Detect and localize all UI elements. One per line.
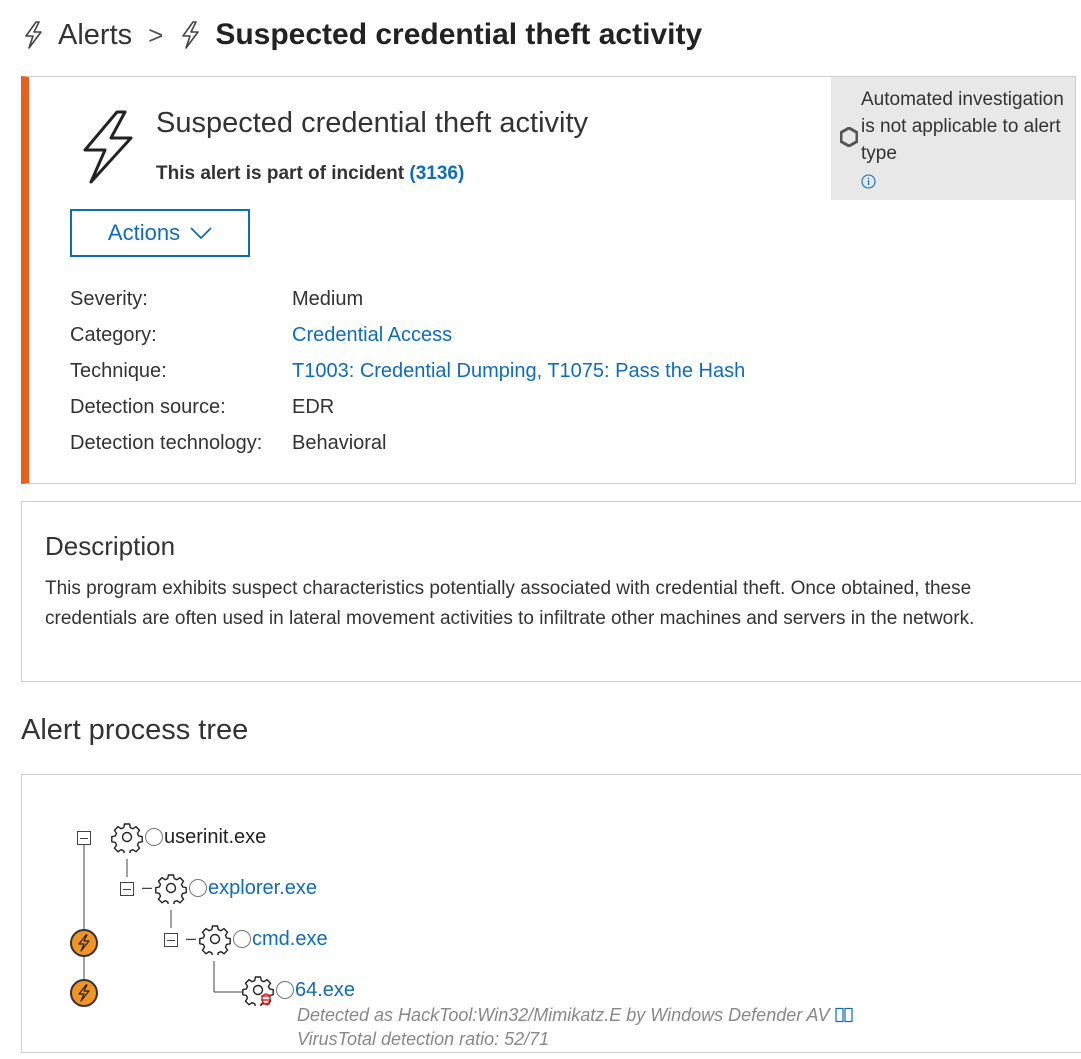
process-link-64[interactable]: 64.exe (295, 979, 355, 1002)
incident-info: This alert is part of incident (3136) (156, 163, 464, 185)
info-icon[interactable] (861, 174, 876, 189)
severity-value: Medium (292, 287, 364, 310)
property-label: Technique: (70, 359, 167, 382)
alert-properties: Severity: Medium Category: Credential Ac… (70, 281, 745, 461)
process-node-cmd: cmd.exe (199, 924, 328, 955)
detection-technology-value: Behavioral (292, 431, 387, 454)
property-row-detection-source: Detection source: EDR (70, 389, 745, 425)
automated-investigation-panel: Automated investigation is not applicabl… (831, 77, 1075, 200)
process-status-icon (276, 981, 294, 999)
bolt-icon (78, 934, 90, 952)
process-node-explorer: explorer.exe (155, 873, 317, 904)
collapse-toggle[interactable] (120, 882, 134, 896)
gear-icon (111, 823, 143, 853)
alert-summary-card: Suspected credential theft activity This… (21, 76, 1076, 484)
bolt-icon (182, 21, 200, 49)
property-label: Detection source: (70, 395, 226, 418)
property-row-category: Category: Credential Access (70, 317, 745, 353)
tree-branch-dash: – (186, 928, 197, 948)
actions-label: Actions (107, 220, 181, 245)
description-panel: Description This program exhibits suspec… (21, 501, 1081, 682)
description-text: This program exhibits suspect characteri… (45, 578, 975, 629)
process-tree-heading: Alert process tree (21, 714, 249, 746)
category-link[interactable]: Credential Access (292, 324, 452, 347)
technique-link[interactable]: T1003: Credential Dumping, T1075: Pass t… (292, 360, 745, 383)
description-heading: Description (45, 531, 176, 561)
alert-bolt-icon (83, 110, 133, 184)
incident-text: This alert is part of incident (156, 163, 405, 184)
detection-info: Detected as HackTool:Win32/Mimikatz.E by… (297, 1005, 853, 1026)
process-link-explorer[interactable]: explorer.exe (208, 877, 317, 900)
gear-icon (155, 874, 187, 904)
detection-source-value: EDR (292, 395, 335, 418)
bolt-icon (78, 984, 90, 1002)
collapse-toggle[interactable] (77, 831, 91, 845)
collapse-toggle[interactable] (164, 933, 178, 947)
process-status-icon (189, 879, 207, 897)
page-title: Suspected credential theft activity (215, 18, 703, 51)
property-row-severity: Severity: Medium (70, 281, 745, 317)
breadcrumb: Alerts > Suspected credential theft acti… (22, 12, 702, 58)
investigation-hex-icon (840, 127, 858, 147)
book-icon[interactable] (834, 1007, 853, 1023)
incident-link[interactable]: (3136) (409, 163, 464, 184)
detection-text: Detected as HackTool:Win32/Mimikatz.E by… (297, 1005, 830, 1025)
alert-title: Suspected credential theft activity (156, 107, 589, 139)
actions-button[interactable]: Actions (70, 209, 250, 257)
alert-bubble[interactable] (70, 929, 98, 957)
automated-investigation-text: Automated investigation is not applicabl… (861, 89, 1064, 164)
chevron-down-icon (190, 227, 212, 239)
virustotal-ratio: VirusTotal detection ratio: 52/71 (297, 1029, 550, 1049)
property-label: Category: (70, 323, 157, 346)
property-row-detection-technology: Detection technology: Behavioral (70, 425, 745, 461)
gear-icon (199, 925, 231, 955)
tree-branch-dash: – (142, 877, 153, 897)
process-node-64: 64.exe (242, 975, 355, 1006)
bolt-icon (25, 21, 42, 49)
process-link-cmd[interactable]: cmd.exe (252, 928, 328, 951)
chevron-right-icon: > (148, 19, 164, 50)
gear-bug-icon (242, 976, 274, 1006)
property-label: Detection technology: (70, 431, 263, 454)
property-label: Severity: (70, 287, 148, 310)
property-row-technique: Technique: T1003: Credential Dumping, T1… (70, 353, 745, 389)
alert-bubble[interactable] (70, 979, 98, 1007)
process-status-icon (145, 828, 163, 846)
process-name: userinit.exe (164, 825, 267, 848)
process-node-userinit: userinit.exe (111, 822, 267, 853)
breadcrumb-alerts-link[interactable]: Alerts (58, 19, 132, 52)
process-status-icon (233, 930, 251, 948)
process-tree-panel: userinit.exe – explorer.exe – cmd.exe 64… (21, 774, 1081, 1053)
